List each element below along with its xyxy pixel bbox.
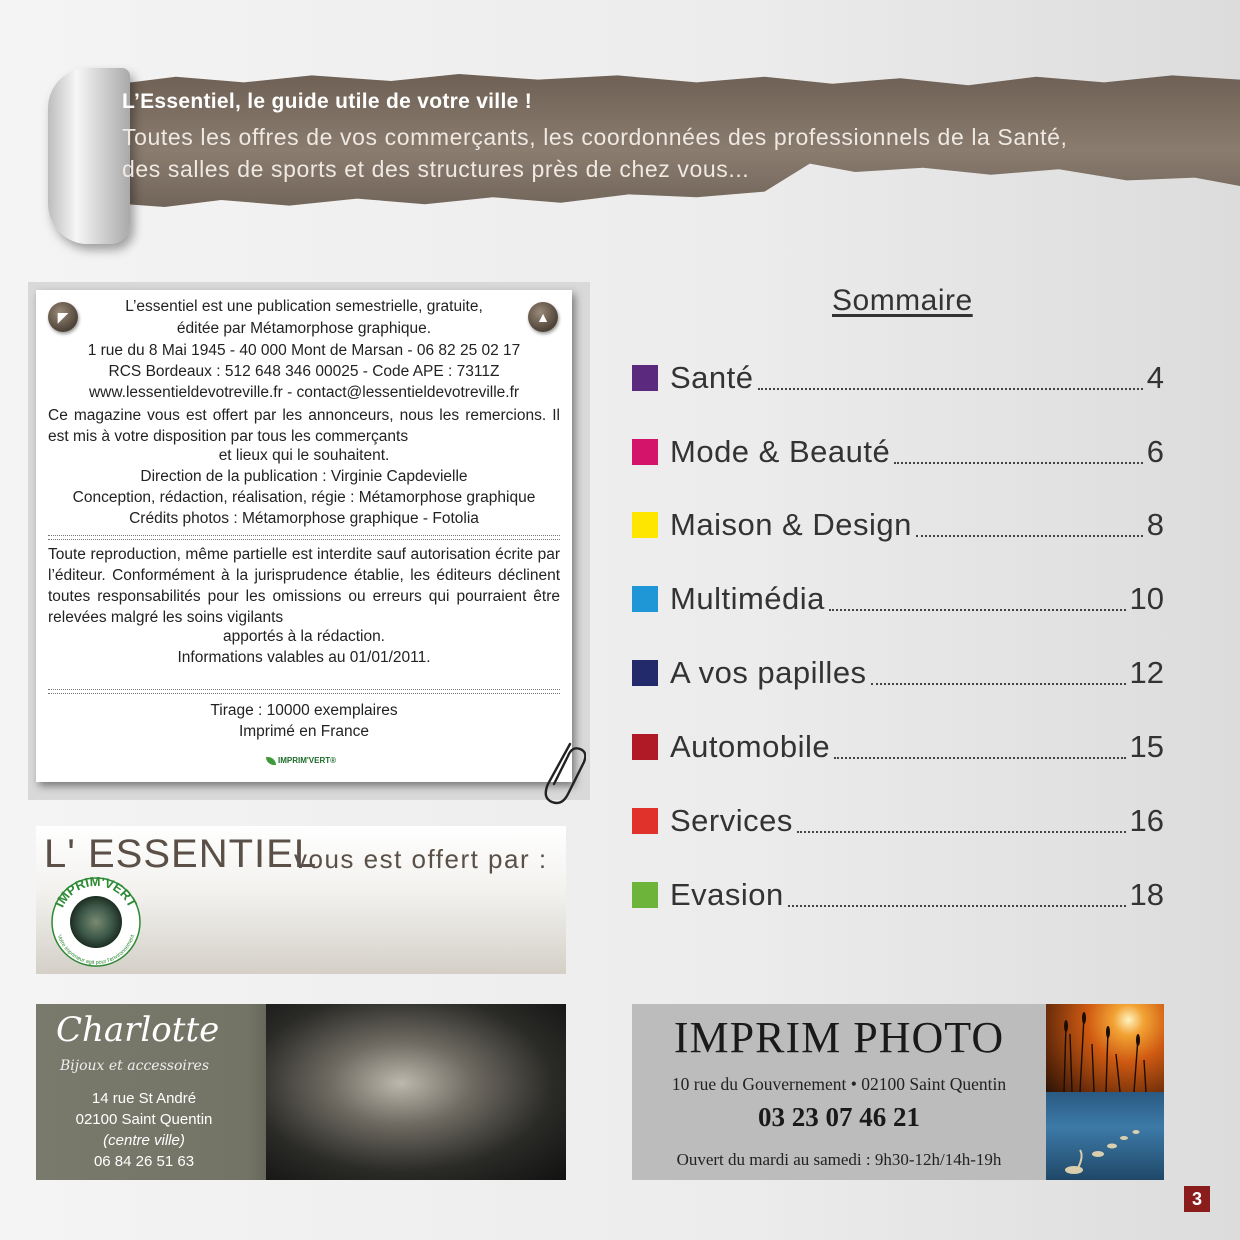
info-line: L’essentiel est une publication semestri… (125, 298, 483, 315)
imprim-photo-phone: 03 23 07 46 21 (758, 1102, 920, 1132)
toc-item-page: 6 (1146, 434, 1164, 469)
publication-info-card: ◤ ▲ L’essentiel est une publication seme… (36, 290, 572, 782)
color-square-icon (632, 512, 658, 538)
info-address: 1 rue du 8 Mai 1945 - 40 000 Mont de Mar… (87, 342, 521, 359)
toc-item-multimedia[interactable]: Multimédia 10 (632, 577, 1164, 621)
toc-item-label: Santé (670, 360, 754, 395)
info-conception: Conception, rédaction, réalisation, régi… (72, 489, 536, 506)
toc-item-page: 16 (1129, 803, 1164, 838)
imprim-photo-hours: Ouvert du mardi au samedi : 9h30-12h/14h… (676, 1150, 1002, 1169)
charlotte-advertisement: Charlotte Bijoux et accessoires 14 rue S… (36, 1004, 566, 1180)
toc-item-label: Services (670, 803, 793, 838)
toc-item-evasion[interactable]: Evasion 18 (632, 873, 1164, 917)
toc-leader-dots (834, 757, 1126, 759)
page-number-badge: 3 (1184, 1186, 1210, 1212)
paper-roll-decoration (48, 68, 130, 244)
swans-photo (1046, 1092, 1164, 1180)
toc-item-mode-beaute[interactable]: Mode & Beauté 6 (632, 430, 1164, 474)
toc-item-sante[interactable]: Santé 4 (632, 356, 1164, 400)
imprim-vert-badge-logo: IMPRIM'VERT Votre imprimeur agit pour l'… (51, 874, 141, 967)
banner-title: L’Essentiel, le guide utile de votre vil… (122, 90, 532, 113)
toc-leader-dots (915, 535, 1143, 537)
toc-leader-dots (870, 683, 1126, 685)
dotted-divider (48, 535, 560, 540)
toc-item-label: Mode & Beauté (670, 434, 891, 469)
color-square-icon (632, 586, 658, 612)
info-rcs: RCS Bordeaux : 512 648 346 00025 - Code … (108, 363, 500, 380)
imprim-vert-logo: IMPRIM'VERT® (266, 756, 336, 765)
charlotte-name: Charlotte (56, 1010, 220, 1050)
info-printed-in: Imprimé en France (238, 723, 370, 740)
banner-subtitle-line-1: Toutes les offres de vos commerçants, le… (122, 124, 1068, 150)
toc-item-page: 15 (1129, 729, 1164, 764)
toc-item-label: Maison & Design (670, 507, 912, 542)
toc-item-a-vos-papilles[interactable]: A vos papilles 12 (632, 651, 1164, 695)
info-validity: Informations valables au 01/01/2011. (177, 649, 431, 666)
table-of-contents-title: Sommaire (832, 284, 973, 317)
toc-leader-dots (828, 609, 1126, 611)
toc-item-services[interactable]: Services 16 (632, 799, 1164, 843)
toc-item-page: 4 (1146, 360, 1164, 395)
info-paragraph: Ce magazine vous est offert par les anno… (48, 407, 560, 445)
toc-item-page: 18 (1129, 877, 1164, 912)
color-square-icon (632, 734, 658, 760)
color-square-icon (632, 439, 658, 465)
offered-by-text: vous est offert par : (294, 844, 548, 874)
toc-leader-dots (757, 388, 1143, 390)
toc-item-page: 12 (1129, 655, 1164, 690)
toc-item-label: Evasion (670, 877, 784, 912)
toc-item-label: A vos papilles (670, 655, 867, 690)
imprim-photo-address: 10 rue du Gouvernement • 02100 Saint Que… (671, 1074, 1007, 1094)
toc-item-label: Automobile (670, 729, 831, 764)
paperclip-icon (544, 742, 586, 805)
sunset-photo (1046, 1004, 1164, 1093)
info-line: apportés à la rédaction. (223, 628, 385, 645)
color-square-icon (632, 365, 658, 391)
charlotte-subtitle: Bijoux et accessoires (60, 1058, 210, 1074)
info-direction: Direction de la publication : Virginie C… (140, 468, 468, 485)
swans-silhouette (1065, 1130, 1140, 1174)
legal-paragraph: Toute reproduction, même partielle est i… (48, 546, 560, 626)
charlotte-phone: 06 84 26 51 63 (93, 1153, 195, 1170)
toc-item-label: Multimédia (670, 581, 825, 616)
info-print-run: Tirage : 10000 exemplaires (210, 702, 398, 719)
charlotte-address-street: 14 rue St André (91, 1090, 197, 1107)
toc-leader-dots (787, 905, 1126, 907)
dotted-divider (48, 689, 560, 694)
charlotte-address-city: 02100 Saint Quentin (75, 1111, 213, 1128)
toc-item-page: 8 (1146, 507, 1164, 542)
info-line: éditée par Métamorphose graphique. (176, 320, 432, 337)
charlotte-address-note: (centre ville) (103, 1132, 185, 1149)
toc-item-maison-design[interactable]: Maison & Design 8 (632, 503, 1164, 547)
toc-item-automobile[interactable]: Automobile 15 (632, 725, 1164, 769)
color-square-icon (632, 660, 658, 686)
imprim-photo-name: IMPRIM PHOTO (673, 1013, 1005, 1062)
info-website-link[interactable]: www.lessentieldevotreville.fr - contact@… (48, 384, 560, 402)
info-credits: Crédits photos : Métamorphose graphique … (129, 510, 479, 527)
banner-subtitle-line-2: des salles de sports et des structures p… (122, 156, 750, 182)
reeds-silhouette (1063, 1012, 1147, 1093)
offered-by-panel: L' ESSENTIEL vous est offert par : IMPRI… (36, 826, 566, 974)
leaf-icon (266, 756, 276, 765)
toc-item-page: 10 (1129, 581, 1164, 616)
info-line: et lieux qui le souhaitent. (218, 447, 390, 464)
toc-leader-dots (796, 831, 1126, 833)
color-square-icon (632, 882, 658, 908)
toc-leader-dots (894, 462, 1143, 464)
imprim-photo-advertisement: IMPRIM PHOTO 10 rue du Gouvernement • 02… (632, 1004, 1164, 1180)
color-square-icon (632, 808, 658, 834)
jewelry-photo (266, 1004, 566, 1180)
